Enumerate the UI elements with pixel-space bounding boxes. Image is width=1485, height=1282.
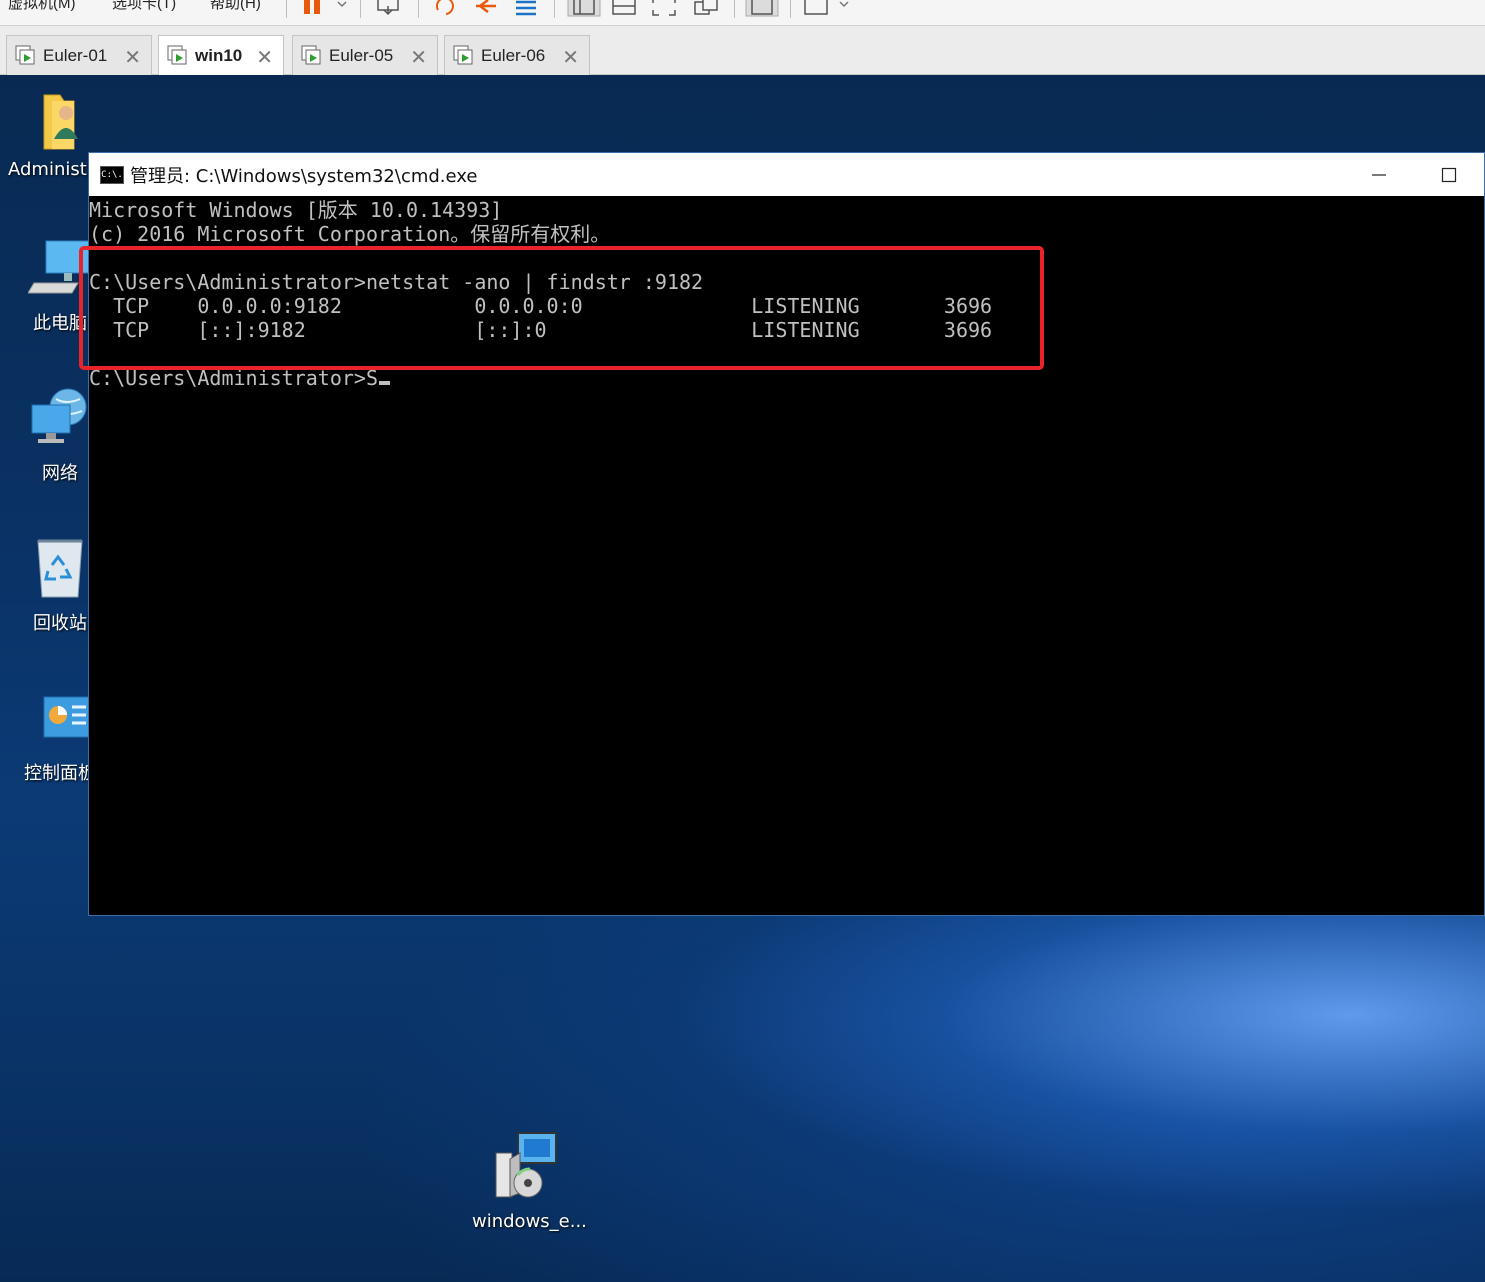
tab-win10[interactable]: win10 ✕ — [158, 35, 284, 76]
vmware-menubar: 虚拟机(M) 选项卡(T) 帮助(H) — [0, 0, 1485, 26]
snapshot-manager-icon[interactable] — [512, 0, 542, 18]
toolbar-separator — [286, 0, 287, 18]
minimize-icon — [1372, 173, 1386, 176]
library-view-icon[interactable] — [566, 0, 602, 18]
toolbar-separator — [360, 0, 361, 18]
text-cursor — [378, 381, 390, 385]
recycle-bin-icon — [37, 539, 83, 598]
vm-icon — [301, 45, 321, 64]
control-panel-icon — [43, 696, 91, 738]
console-view-icon[interactable] — [744, 0, 780, 18]
installer-icon — [495, 1132, 557, 1198]
menu-tabs[interactable]: 选项卡(T) — [112, 0, 176, 13]
window-title: 管理员: C:\Windows\system32\cmd.exe — [130, 165, 478, 187]
vm-icon — [167, 45, 187, 65]
close-icon[interactable]: ✕ — [410, 45, 427, 69]
toolbar-separator — [418, 0, 419, 18]
cmd-app-icon: C:\. — [100, 165, 124, 184]
close-icon[interactable]: ✕ — [124, 45, 141, 69]
send-keys-icon[interactable] — [374, 0, 404, 18]
menu-vm[interactable]: 虚拟机(M) — [8, 0, 76, 13]
unity-icon[interactable] — [692, 0, 722, 18]
cmd-titlebar[interactable]: C:\. 管理员: C:\Windows\system32\cmd.exe — [89, 153, 1484, 196]
fullscreen-icon[interactable] — [650, 0, 680, 18]
close-icon[interactable]: ✕ — [256, 45, 273, 69]
desktop-icon-label: windows_e... — [472, 1211, 587, 1232]
cmd-window[interactable]: C:\. 管理员: C:\Windows\system32\cmd.exe Mi… — [79, 152, 1485, 916]
console-line: (c) 2016 Microsoft Corporation。保留所有权利。 — [89, 222, 611, 246]
console-line: Microsoft Windows [版本 10.0.14393] — [89, 198, 503, 222]
toolbar-separator — [554, 0, 555, 18]
tab-label: Euler-06 — [481, 45, 546, 65]
network-icon — [31, 388, 87, 443]
pause-icon[interactable] — [300, 0, 350, 18]
tab-euler-01[interactable]: Euler-01 ✕ — [6, 35, 152, 75]
snapshot-icon[interactable] — [432, 0, 462, 18]
close-icon[interactable]: ✕ — [562, 45, 579, 69]
toolbar-separator — [734, 0, 735, 18]
menu-help[interactable]: 帮助(H) — [210, 0, 261, 13]
stretch-guest-icon[interactable] — [802, 0, 852, 18]
tab-label: Euler-01 — [43, 45, 108, 65]
toolbar-separator — [790, 0, 791, 18]
revert-snapshot-icon[interactable] — [472, 0, 502, 18]
user-folder-icon — [43, 94, 78, 150]
thumbnail-view-icon[interactable] — [610, 0, 640, 18]
vm-icon — [15, 45, 35, 64]
minimize-button[interactable] — [1345, 153, 1413, 196]
desktop-icon-windows-exporter[interactable]: windows_e... — [472, 1129, 587, 1232]
tab-euler-05[interactable]: Euler-05 ✕ — [292, 35, 438, 75]
tab-euler-06[interactable]: Euler-06 ✕ — [444, 35, 590, 75]
tab-label: win10 — [195, 46, 243, 65]
vm-icon — [453, 45, 473, 64]
maximize-button[interactable] — [1415, 153, 1483, 196]
vm-tab-bar: Euler-01 ✕ win10 ✕ Euler-05 ✕ Euler-06 ✕ — [0, 26, 1485, 76]
maximize-icon — [1441, 167, 1457, 182]
red-highlight-annotation — [79, 246, 1044, 370]
tab-label: Euler-05 — [329, 45, 394, 65]
console-output[interactable]: Microsoft Windows [版本 10.0.14393] (c) 20… — [79, 197, 1484, 915]
